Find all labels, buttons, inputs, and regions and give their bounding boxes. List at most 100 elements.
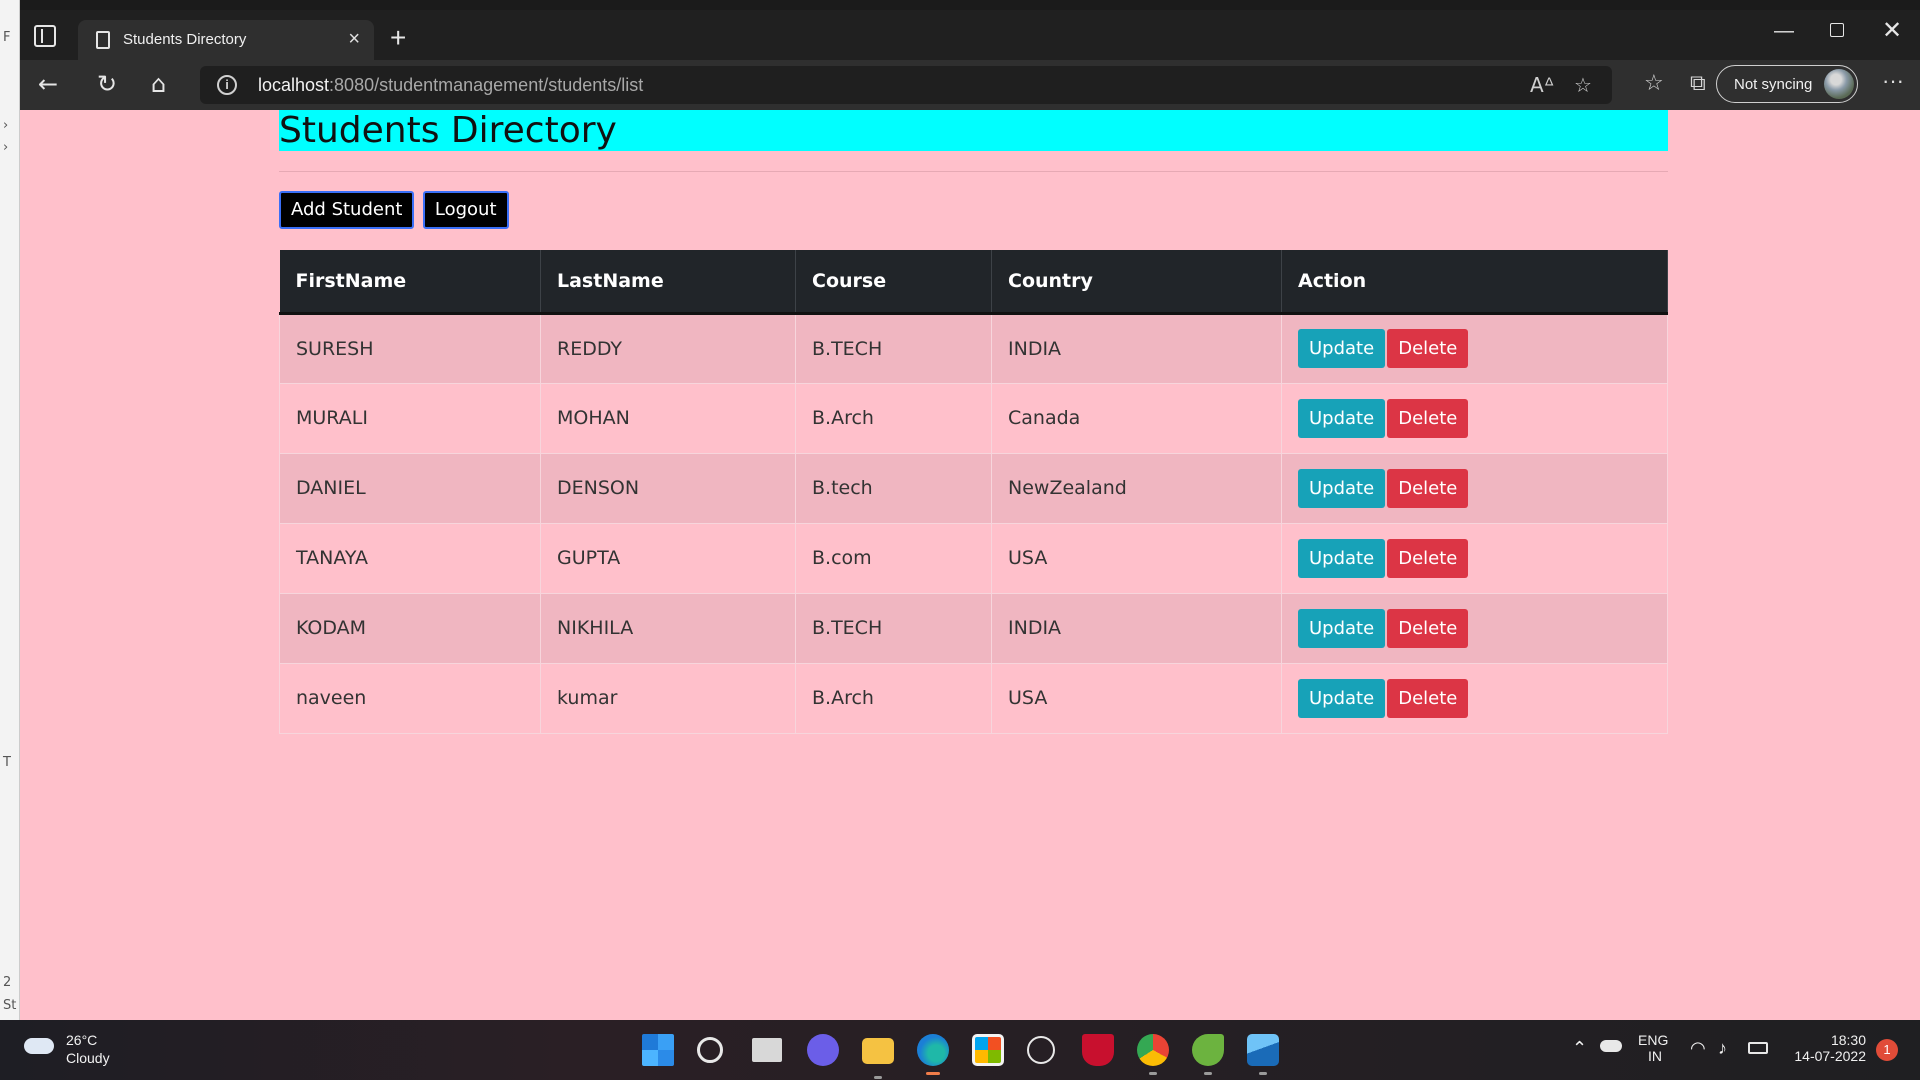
cell-country: USA xyxy=(991,662,1282,734)
url-host: localhost xyxy=(258,75,330,95)
cell-firstname: TANAYA xyxy=(279,522,541,594)
collections-icon[interactable]: ⧉ xyxy=(1690,71,1706,96)
read-aloud-icon[interactable]: Aᐞ xyxy=(1530,73,1555,97)
more-menu-icon[interactable]: ··· xyxy=(1882,68,1904,94)
cell-action: Update Delete xyxy=(1281,662,1668,734)
favorites-icon[interactable]: ☆ xyxy=(1644,71,1664,96)
site-info-icon[interactable]: i xyxy=(217,75,237,95)
background-app-glyph: St xyxy=(3,998,17,1013)
language-label: ENG xyxy=(1638,1032,1669,1048)
update-button[interactable]: Update xyxy=(1298,329,1386,368)
cell-firstname: KODAM xyxy=(279,592,541,664)
column-header-firstname: FirstName xyxy=(279,250,541,315)
update-button[interactable]: Update xyxy=(1298,678,1386,718)
cell-action: Update Delete xyxy=(1281,522,1668,594)
dell-icon[interactable] xyxy=(1027,1036,1055,1064)
update-button[interactable]: Update xyxy=(1298,398,1386,438)
update-button[interactable]: Update xyxy=(1298,538,1386,578)
delete-button[interactable]: Delete xyxy=(1387,468,1469,508)
cell-action: Update Delete xyxy=(1281,452,1668,524)
background-app-glyph: T xyxy=(3,755,11,770)
tab-actions-icon[interactable] xyxy=(34,25,56,47)
cell-course: B.TECH xyxy=(795,592,992,664)
delete-button[interactable]: Delete xyxy=(1387,329,1469,368)
sync-label: Not syncing xyxy=(1734,76,1813,93)
cell-country: NewZealand xyxy=(991,452,1282,524)
store-icon[interactable] xyxy=(972,1034,1004,1066)
address-bar[interactable]: i localhost:8080/studentmanagement/stude… xyxy=(200,66,1612,104)
minimize-icon[interactable]: — xyxy=(1774,20,1794,43)
cell-country: USA xyxy=(991,522,1282,594)
onedrive-icon[interactable] xyxy=(1600,1040,1622,1052)
page-content: Students Directory Add Student Logout Fi… xyxy=(20,110,1920,1020)
table-row: naveen kumar B.Arch USA Update Delete xyxy=(279,662,1668,734)
notification-badge[interactable]: 1 xyxy=(1876,1039,1898,1061)
add-favorite-icon[interactable]: ☆ xyxy=(1574,73,1592,97)
mcafee-icon[interactable] xyxy=(1082,1034,1114,1066)
table-row: DANIEL DENSON B.tech NewZealand Update De… xyxy=(279,452,1668,524)
edge-browser-icon[interactable] xyxy=(917,1034,949,1075)
close-window-icon[interactable]: ✕ xyxy=(1882,16,1902,45)
time-label: 18:30 xyxy=(1830,1032,1866,1048)
page-title: Students Directory xyxy=(279,110,1668,151)
url-text[interactable]: localhost:8080/studentmanagement/student… xyxy=(258,75,643,96)
profile-sync-button[interactable]: Not syncing xyxy=(1716,65,1858,103)
action-bar: Add Student Logout xyxy=(279,191,1668,229)
cloud-icon xyxy=(24,1038,54,1054)
volume-icon[interactable]: ♪ xyxy=(1718,1038,1727,1059)
close-tab-icon[interactable]: × xyxy=(348,28,360,51)
search-icon[interactable] xyxy=(697,1037,723,1063)
refresh-icon[interactable]: ↻ xyxy=(97,70,117,98)
cell-lastname: NIKHILA xyxy=(540,592,796,664)
delete-button[interactable]: Delete xyxy=(1387,608,1469,648)
cell-action: Update Delete xyxy=(1281,312,1668,384)
clock[interactable]: 18:30 14-07-2022 xyxy=(1790,1032,1866,1064)
maximize-icon[interactable] xyxy=(1830,23,1844,37)
delete-button[interactable]: Delete xyxy=(1387,678,1469,718)
cell-course: B.Arch xyxy=(795,382,992,454)
delete-button[interactable]: Delete xyxy=(1387,538,1469,578)
table-row: MURALI MOHAN B.Arch Canada Update Delete xyxy=(279,382,1668,454)
divider xyxy=(279,171,1668,172)
browser-toolbar: ← ↻ ⌂ i localhost:8080/studentmanagement… xyxy=(20,60,1920,110)
chrome-icon[interactable] xyxy=(1137,1034,1169,1075)
weather-condition: Cloudy xyxy=(66,1050,110,1066)
cell-lastname: MOHAN xyxy=(540,382,796,454)
cell-action: Update Delete xyxy=(1281,592,1668,664)
update-button[interactable]: Update xyxy=(1298,608,1386,648)
cell-lastname: GUPTA xyxy=(540,522,796,594)
start-icon[interactable] xyxy=(642,1034,674,1066)
chat-icon[interactable] xyxy=(807,1034,839,1066)
back-icon[interactable]: ← xyxy=(38,70,58,98)
wifi-icon[interactable]: ◠ xyxy=(1690,1038,1706,1059)
table-header-row: FirstName LastName Course Country Action xyxy=(279,250,1668,315)
table-row: SURESH REDDY B.TECH INDIA Update Delete xyxy=(279,312,1668,384)
photos-icon[interactable] xyxy=(1247,1034,1279,1075)
cell-country: Canada xyxy=(991,382,1282,454)
update-button[interactable]: Update xyxy=(1298,468,1386,508)
cell-course: B.Arch xyxy=(795,662,992,734)
chevron-up-icon[interactable]: ⌃ xyxy=(1572,1038,1587,1059)
cell-country: INDIA xyxy=(991,312,1282,384)
add-student-button[interactable]: Add Student xyxy=(279,191,415,229)
new-tab-icon[interactable]: + xyxy=(390,22,406,54)
file-explorer-icon[interactable] xyxy=(862,1038,894,1079)
tab-bar: Students Directory × + — ✕ xyxy=(20,10,1920,60)
language-indicator[interactable]: ENG IN xyxy=(1638,1032,1668,1064)
spring-tool-suite-icon[interactable] xyxy=(1192,1034,1224,1075)
battery-icon[interactable] xyxy=(1748,1042,1768,1054)
table-row: TANAYA GUPTA B.com USA Update Delete xyxy=(279,522,1668,594)
chevron-right-icon: › xyxy=(3,140,9,155)
table-row: KODAM NIKHILA B.TECH INDIA Update Delete xyxy=(279,592,1668,664)
column-header-course: Course xyxy=(795,250,992,315)
browser-tab[interactable]: Students Directory × xyxy=(78,20,374,60)
logout-button[interactable]: Logout xyxy=(422,191,509,229)
task-view-icon[interactable] xyxy=(752,1038,782,1062)
cell-course: B.TECH xyxy=(795,312,992,384)
cell-lastname: kumar xyxy=(540,662,796,734)
students-table: FirstName LastName Course Country Action… xyxy=(279,250,1668,734)
home-icon[interactable]: ⌂ xyxy=(151,70,166,98)
content-container: Students Directory Add Student Logout Fi… xyxy=(279,110,1668,734)
delete-button[interactable]: Delete xyxy=(1387,398,1469,438)
tab-title: Students Directory xyxy=(123,31,247,48)
